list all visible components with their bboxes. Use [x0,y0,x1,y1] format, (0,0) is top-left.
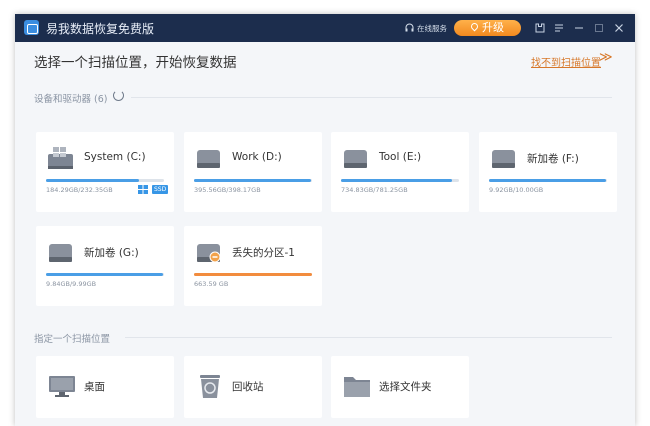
app-title: 易我数据恢复免费版 [46,22,155,36]
section-divider [131,97,612,98]
drive-usage-bar [194,273,312,276]
location-card-folder[interactable]: 选择文件夹 [331,356,469,418]
page-title: 选择一个扫描位置，开始恢复数据 [34,55,237,71]
section-divider [125,337,612,338]
hard-drive-icon [49,244,72,262]
refresh-icon[interactable] [113,90,124,101]
maximize-button[interactable] [592,21,606,35]
folder-icon [344,377,370,397]
menu-button[interactable] [552,21,566,35]
headset-icon [405,23,414,32]
drive-name: System (C:) [84,151,146,163]
drive-usage-bar [194,179,312,182]
close-icon [615,24,623,32]
lost-partition-icon [197,244,221,263]
upgrade-label: 升级 [482,21,504,34]
drives-section-title: 设备和驱动器 (6) [34,94,108,105]
maximize-icon [595,24,603,32]
drive-usage-fill [46,273,163,276]
locations-section-title: 指定一个扫描位置 [34,334,111,345]
location-label: 回收站 [232,381,264,393]
cannot-find-location-link[interactable]: 找不到扫描位置 [531,54,601,69]
drive-size: 734.83GB/781.25GB [341,186,408,194]
location-label: 桌面 [84,381,105,393]
hard-drive-icon [344,150,367,168]
hard-drive-icon [197,150,220,168]
app-window: 易我数据恢复免费版 在线服务 升级 选择一个扫描位置，开始恢复数据 找不到扫描位… [15,14,635,426]
skin-button[interactable] [533,21,547,35]
desktop-icon [49,376,75,397]
drive-card-e[interactable]: Tool (E:) 734.83GB/781.25GB [331,132,469,212]
windows-drive-icon [48,147,73,169]
drive-usage-bar [489,179,607,182]
drive-card-c[interactable]: System (C:) 184.29GB/232.35GB SSD [36,132,174,212]
drive-usage-fill [46,179,140,182]
menu-icon [555,24,563,32]
shirt-icon [535,23,545,33]
minimize-button[interactable] [572,21,586,35]
drive-usage-bar [46,179,164,182]
minimize-icon [575,27,583,29]
app-logo-icon [24,20,39,35]
drive-name: 新加卷 (F:) [527,153,579,165]
location-label: 选择文件夹 [379,381,432,393]
location-card-recycle-bin[interactable]: 回收站 [184,356,322,418]
online-service-label: 在线服务 [417,24,447,33]
drive-usage-bar [46,273,164,276]
drive-size: 9.84GB/9.99GB [46,280,97,288]
drive-usage-fill [194,179,311,182]
double-chevron-right-icon[interactable]: ≫ [599,50,613,65]
drive-name: Work (D:) [232,151,282,163]
drive-card-g[interactable]: 新加卷 (G:) 9.84GB/9.99GB [36,226,174,306]
lost-partition-card[interactable]: 丢失的分区-1 663.59 GB [184,226,322,306]
upgrade-gem-icon [469,21,480,32]
ssd-badge: SSD [152,185,169,194]
windows-logo-icon [138,185,148,194]
drive-usage-bar [341,179,459,182]
hard-drive-icon [492,150,515,168]
drive-size: 184.29GB/232.35GB [46,186,113,194]
drive-usage-fill [194,273,312,276]
drive-name: 丢失的分区-1 [232,247,295,259]
drive-size: 395.56GB/398.17GB [194,186,261,194]
drive-usage-fill [341,179,452,182]
close-button[interactable] [612,21,626,35]
drive-usage-fill [489,179,606,182]
location-card-desktop[interactable]: 桌面 [36,356,174,418]
drive-card-d[interactable]: Work (D:) 395.56GB/398.17GB [184,132,322,212]
title-bar: 易我数据恢复免费版 在线服务 升级 [15,14,635,42]
drive-size: 9.92GB/10.00GB [489,186,544,194]
drive-name: Tool (E:) [379,151,422,163]
recycle-bin-icon [200,375,220,398]
drive-size: 663.59 GB [194,280,229,288]
drive-card-f[interactable]: 新加卷 (F:) 9.92GB/10.00GB [479,132,617,212]
drive-name: 新加卷 (G:) [84,247,139,259]
upgrade-button[interactable]: 升级 [454,20,521,36]
